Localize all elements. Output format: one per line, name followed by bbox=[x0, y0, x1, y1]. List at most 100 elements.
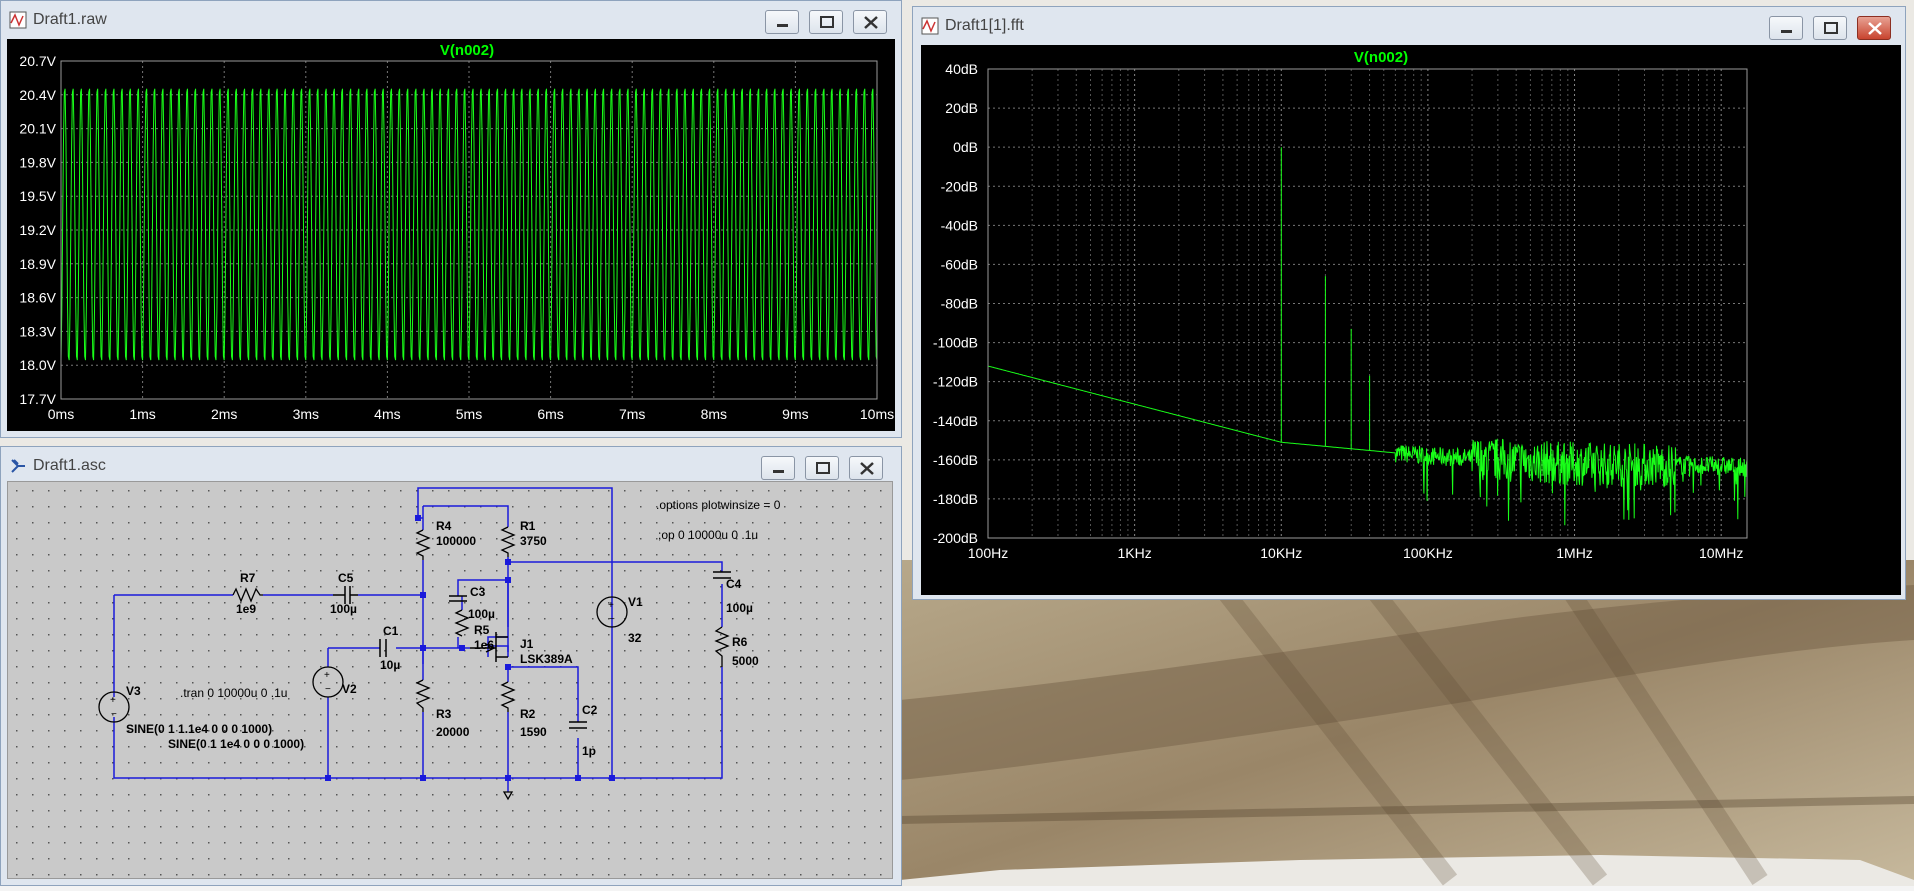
options-directive[interactable]: .options plotwinsize = 0 bbox=[656, 498, 781, 512]
raw-trace-label[interactable]: V(n002) bbox=[440, 42, 494, 59]
fft-x-tick-label: 100Hz bbox=[968, 545, 1008, 561]
c1-label: C1 bbox=[383, 624, 399, 638]
maximize-button[interactable] bbox=[805, 456, 839, 480]
bottom-edge bbox=[0, 886, 1914, 891]
raw-x-tick-label: 3ms bbox=[293, 406, 319, 422]
raw-y-tick-label: 17.7V bbox=[19, 391, 56, 407]
r5-label: R5 bbox=[474, 623, 490, 637]
maximize-icon bbox=[1824, 22, 1838, 34]
raw-x-tick-label: 2ms bbox=[211, 406, 237, 422]
fft-y-tick-label: -100dB bbox=[933, 335, 978, 351]
v3-value: SINE(0 1 1.1e4 0 0 0 1000) bbox=[126, 722, 272, 736]
raw-x-tick-label: 4ms bbox=[374, 406, 400, 422]
fft-x-ticks: 100Hz 1KHz 10KHz 100KHz 1MHz 10MHz bbox=[968, 545, 1744, 561]
schematic-window-title: Draft1.asc bbox=[33, 457, 106, 474]
fft-y-tick-label: 20dB bbox=[945, 100, 978, 116]
v3-label: V3 bbox=[126, 684, 141, 698]
fft-spectrum-chart[interactable]: V(n002) 40dB 20dB 0dB -20dB -40dB -60dB -80dB -… bbox=[921, 45, 1901, 595]
raw-y-ticks: 20.7V 20.4V 20.1V 19.8V 19.5V 19.2V 18.9V 18.6V… bbox=[19, 53, 56, 407]
c5-value: 100µ bbox=[330, 602, 357, 616]
raw-x-tick-label: 1ms bbox=[129, 406, 155, 422]
schematic-canvas[interactable]: + − + − + − R7 1e9 C5 100µ R4 100000 R1 … bbox=[7, 481, 893, 879]
v1-label: V1 bbox=[628, 595, 643, 609]
c2-label: C2 bbox=[582, 703, 598, 717]
v1-value: 32 bbox=[628, 631, 642, 645]
raw-y-tick-label: 19.2V bbox=[19, 222, 56, 238]
r6-label: R6 bbox=[732, 635, 748, 649]
schematic-drawing[interactable]: + − + − + − R7 1e9 C5 100µ R4 100000 R1 375… bbox=[8, 482, 892, 878]
close-button[interactable] bbox=[853, 10, 887, 34]
j1-label: J1 bbox=[520, 637, 534, 651]
schematic-window[interactable]: Draft1.asc + − + − + − R7 1e9 C5 100µ R4… bbox=[0, 446, 902, 886]
raw-y-tick-label: 20.7V bbox=[19, 53, 56, 69]
fft-x-tick-label: 1KHz bbox=[1118, 545, 1152, 561]
minimize-button[interactable] bbox=[1769, 16, 1803, 40]
raw-y-tick-label: 18.0V bbox=[19, 357, 56, 373]
fft-x-tick-label: 100KHz bbox=[1403, 545, 1453, 561]
r4-label: R4 bbox=[436, 519, 452, 533]
schematic-app-icon bbox=[11, 459, 25, 473]
fft-y-tick-label: -140dB bbox=[933, 413, 978, 429]
fft-y-tick-label: -80dB bbox=[941, 296, 978, 312]
j1-value: LSK389A bbox=[520, 652, 573, 666]
c2-value: 1p bbox=[582, 744, 596, 758]
close-icon bbox=[860, 462, 874, 475]
v2-label: V2 bbox=[342, 682, 357, 696]
schematic-window-titlebar[interactable]: Draft1.asc bbox=[1, 447, 901, 485]
fft-x-tick-label: 1MHz bbox=[1556, 545, 1593, 561]
c4-value: 100µ bbox=[726, 601, 753, 615]
r2-value: 1590 bbox=[520, 725, 547, 739]
r4-value: 100000 bbox=[436, 534, 476, 548]
r3-value: 20000 bbox=[436, 725, 470, 739]
tran-directive[interactable]: .tran 0 10000u 0 .1u bbox=[180, 686, 287, 700]
maximize-icon bbox=[820, 16, 834, 28]
svg-text:−: − bbox=[111, 709, 117, 720]
minimize-icon bbox=[1781, 30, 1792, 33]
fft-y-tick-label: -180dB bbox=[933, 491, 978, 507]
fft-window[interactable]: Draft1[1].fft V(n002) 40dB 20dB 0dB -20dB -4… bbox=[912, 6, 1906, 600]
c3-label: C3 bbox=[470, 585, 486, 599]
fft-window-titlebar[interactable]: Draft1[1].fft bbox=[913, 7, 1905, 45]
svg-text:+: + bbox=[110, 695, 116, 706]
raw-x-tick-label: 10ms bbox=[860, 406, 894, 422]
raw-y-tick-label: 18.9V bbox=[19, 256, 56, 272]
close-button[interactable] bbox=[1857, 16, 1891, 40]
raw-waveform-window[interactable]: Draft1.raw V(n002) 20.7V 20.4V 20.1V 19.8V 1… bbox=[0, 0, 902, 438]
r1-value: 3750 bbox=[520, 534, 547, 548]
r7-label: R7 bbox=[240, 571, 256, 585]
c1-value: 10µ bbox=[380, 658, 400, 672]
raw-window-titlebar[interactable]: Draft1.raw bbox=[1, 1, 901, 39]
raw-x-tick-label: 5ms bbox=[456, 406, 482, 422]
fft-trace-line bbox=[987, 147, 1748, 526]
fft-y-tick-label: -160dB bbox=[933, 452, 978, 468]
raw-y-tick-label: 18.6V bbox=[19, 290, 56, 306]
c3-value: 100µ bbox=[468, 607, 495, 621]
raw-y-tick-label: 20.1V bbox=[19, 121, 56, 137]
svg-text:−: − bbox=[609, 614, 615, 625]
maximize-icon bbox=[816, 462, 830, 474]
svg-text:+: + bbox=[324, 670, 330, 681]
c4-label: C4 bbox=[726, 577, 742, 591]
raw-x-ticks: 0ms 1ms 2ms 3ms 4ms 5ms 6ms 7ms 8ms 9ms 10ms bbox=[48, 406, 894, 422]
fft-y-tick-label: 0dB bbox=[953, 139, 978, 155]
minimize-button[interactable] bbox=[761, 456, 795, 480]
r2-label: R2 bbox=[520, 707, 536, 721]
svg-text:−: − bbox=[325, 684, 331, 695]
minimize-button[interactable] bbox=[765, 10, 799, 34]
fft-trace-label[interactable]: V(n002) bbox=[1354, 49, 1408, 66]
r3-label: R3 bbox=[436, 707, 452, 721]
raw-plot-pane[interactable]: V(n002) 20.7V 20.4V 20.1V 19.8V 19.5V 19.2V 18… bbox=[7, 39, 895, 431]
op-directive[interactable]: ;op 0 10000u 0 .1u bbox=[658, 528, 758, 542]
raw-waveform-chart[interactable]: V(n002) 20.7V 20.4V 20.1V 19.8V 19.5V 19.2V 18… bbox=[7, 39, 895, 431]
fft-plot-pane[interactable]: V(n002) 40dB 20dB 0dB -20dB -40dB -60dB -80dB -… bbox=[921, 45, 1901, 595]
r6-value: 5000 bbox=[732, 654, 759, 668]
raw-y-tick-label: 19.8V bbox=[19, 154, 56, 170]
close-button[interactable] bbox=[849, 456, 883, 480]
raw-x-tick-label: 0ms bbox=[48, 406, 74, 422]
minimize-icon bbox=[777, 24, 788, 27]
svg-text:+: + bbox=[608, 600, 614, 611]
maximize-button[interactable] bbox=[1813, 16, 1847, 40]
maximize-button[interactable] bbox=[809, 10, 843, 34]
waveform-app-icon bbox=[9, 11, 27, 29]
c5-label: C5 bbox=[338, 571, 354, 585]
